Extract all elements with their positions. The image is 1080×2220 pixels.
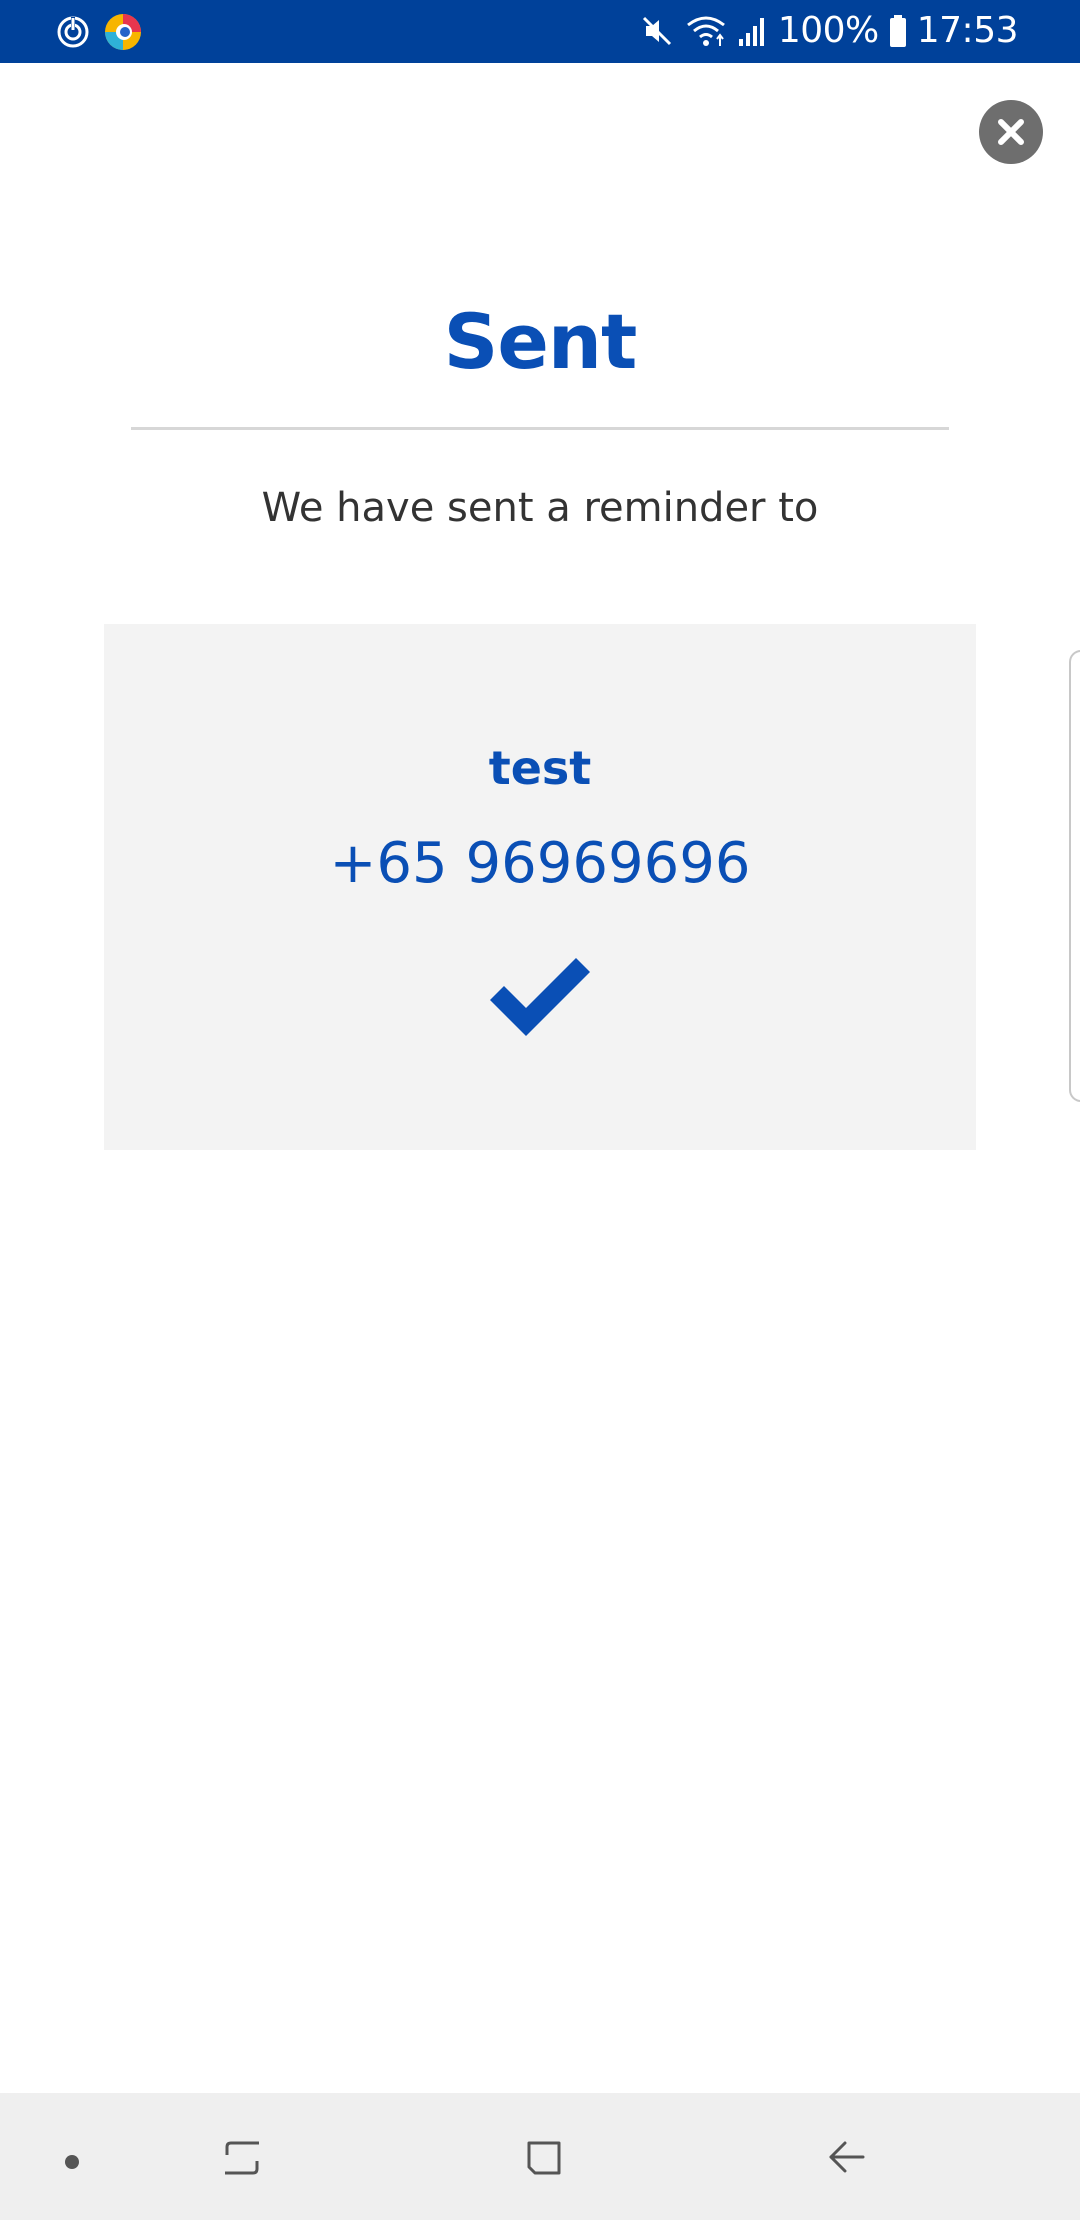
checkmark-icon — [490, 954, 590, 1040]
recipient-card: test +65 96969696 — [104, 624, 976, 1150]
status-left-icons — [55, 10, 143, 54]
edge-panel-handle[interactable] — [1069, 650, 1080, 1102]
clock: 17:53 — [916, 10, 1019, 51]
browser-app-icon — [103, 12, 143, 52]
dot-indicator[interactable] — [65, 2155, 79, 2169]
screen: 100% 17:53 Sent We have sent a reminder … — [0, 0, 1080, 2220]
close-button[interactable] — [979, 100, 1043, 164]
recent-apps-button[interactable] — [212, 2128, 272, 2188]
recipient-name: test — [488, 741, 592, 795]
close-icon — [996, 117, 1026, 147]
status-right-icons: 100% 17:53 — [640, 8, 1019, 54]
sync-icon — [55, 14, 91, 50]
recent-apps-icon — [217, 2133, 267, 2183]
status-bar: 100% 17:53 — [0, 0, 1080, 63]
navigation-bar — [0, 2093, 1080, 2220]
battery-icon — [889, 14, 907, 48]
home-button[interactable] — [514, 2128, 574, 2188]
back-icon — [821, 2133, 871, 2183]
battery-percentage: 100% — [777, 10, 879, 51]
signal-icon — [738, 15, 768, 47]
title-divider — [131, 427, 949, 430]
dialog-message: We have sent a reminder to — [261, 485, 819, 531]
back-button[interactable] — [816, 2128, 876, 2188]
home-icon — [519, 2133, 569, 2183]
wifi-icon — [684, 13, 728, 49]
dialog-title: Sent — [443, 297, 638, 386]
recipient-phone: +65 96969696 — [329, 831, 751, 896]
mute-icon — [640, 14, 674, 48]
